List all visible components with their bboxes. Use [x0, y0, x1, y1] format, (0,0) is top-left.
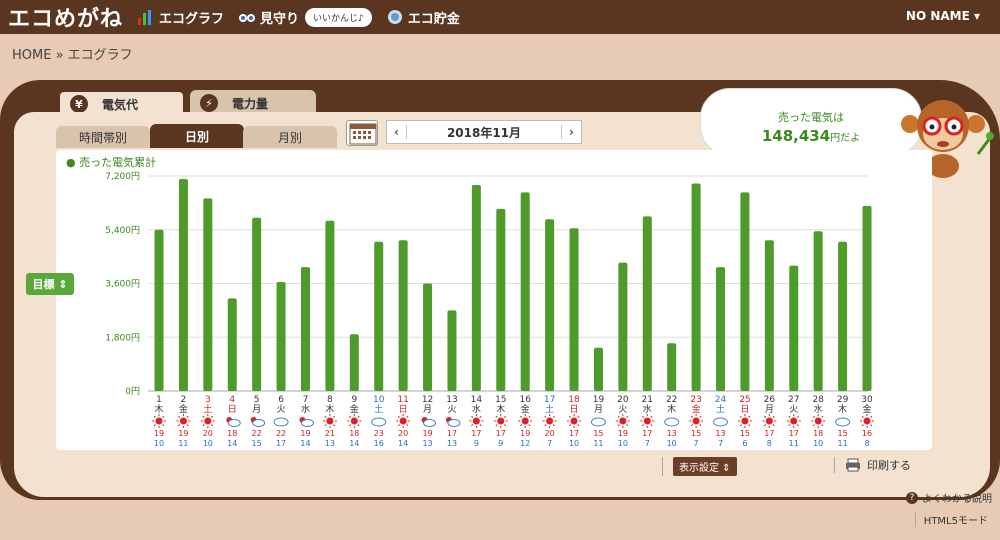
nav-eco-graph[interactable]: エコグラフ: [137, 8, 224, 27]
tab-label: 電力量: [232, 96, 269, 111]
nav-label: 見守り: [260, 11, 300, 27]
tab-label: 電気代: [102, 97, 139, 112]
breadcrumb[interactable]: HOME » エコグラフ: [12, 44, 133, 63]
display-settings-wrap: 表示設定 ⇕: [662, 457, 737, 476]
bar-chart-icon: [138, 10, 152, 25]
calendar-icon[interactable]: [346, 120, 378, 146]
subtab-daily[interactable]: 日別: [150, 124, 244, 148]
help-link[interactable]: ? よくわかる説明: [906, 490, 992, 505]
bubble-amount: 148,434: [761, 127, 831, 145]
bubble-amount-line: 148,434円だよ: [701, 127, 921, 145]
bubble-caption: 売った電気は: [778, 111, 844, 124]
binoculars-icon: [239, 14, 256, 22]
chart-legend: ● 売った電気累計: [66, 156, 157, 169]
goal-select-button[interactable]: 目標 ⇕: [26, 273, 74, 295]
display-settings-button[interactable]: 表示設定 ⇕: [673, 457, 737, 476]
sold-electricity-bubble: 売った電気は 148,434円だよ: [700, 88, 922, 156]
print-wrap: 印刷する: [834, 457, 911, 473]
next-month-button[interactable]: ›: [561, 125, 581, 139]
html5-mode-link[interactable]: HTML5モード: [914, 512, 988, 527]
nav-eco-savings[interactable]: エコ貯金: [386, 8, 460, 27]
bubble-unit: 円だよ: [830, 133, 861, 144]
prev-month-button[interactable]: ‹: [387, 125, 407, 139]
lightning-icon: ⚡: [200, 94, 218, 112]
subtab-hourly[interactable]: 時間帯別: [56, 126, 150, 148]
nav-watch[interactable]: 見守り いいかんじ♪: [238, 7, 372, 27]
user-menu[interactable]: NO NAME ▾: [906, 9, 980, 23]
printer-icon: [846, 458, 860, 472]
chart-area: [56, 150, 932, 450]
app-logo[interactable]: エコめがね: [8, 1, 123, 33]
month-label: 2018年11月: [446, 125, 522, 140]
yen-icon: ¥: [70, 95, 88, 113]
status-badge: いいかんじ♪: [305, 7, 372, 27]
print-button[interactable]: 印刷する: [867, 457, 911, 473]
question-icon: ?: [906, 491, 918, 504]
nav-label: エコグラフ: [159, 11, 225, 27]
month-selector: ‹ 2018年11月 ›: [386, 120, 582, 144]
nav-label: エコ貯金: [407, 11, 460, 27]
coin-icon: [387, 10, 402, 24]
top-navbar: エコめがね エコグラフ 見守り いいかんじ♪ エコ貯金 NO NAME ▾: [0, 0, 1000, 34]
subtab-monthly[interactable]: 月別: [243, 126, 337, 148]
help-label: よくわかる説明: [922, 494, 992, 505]
